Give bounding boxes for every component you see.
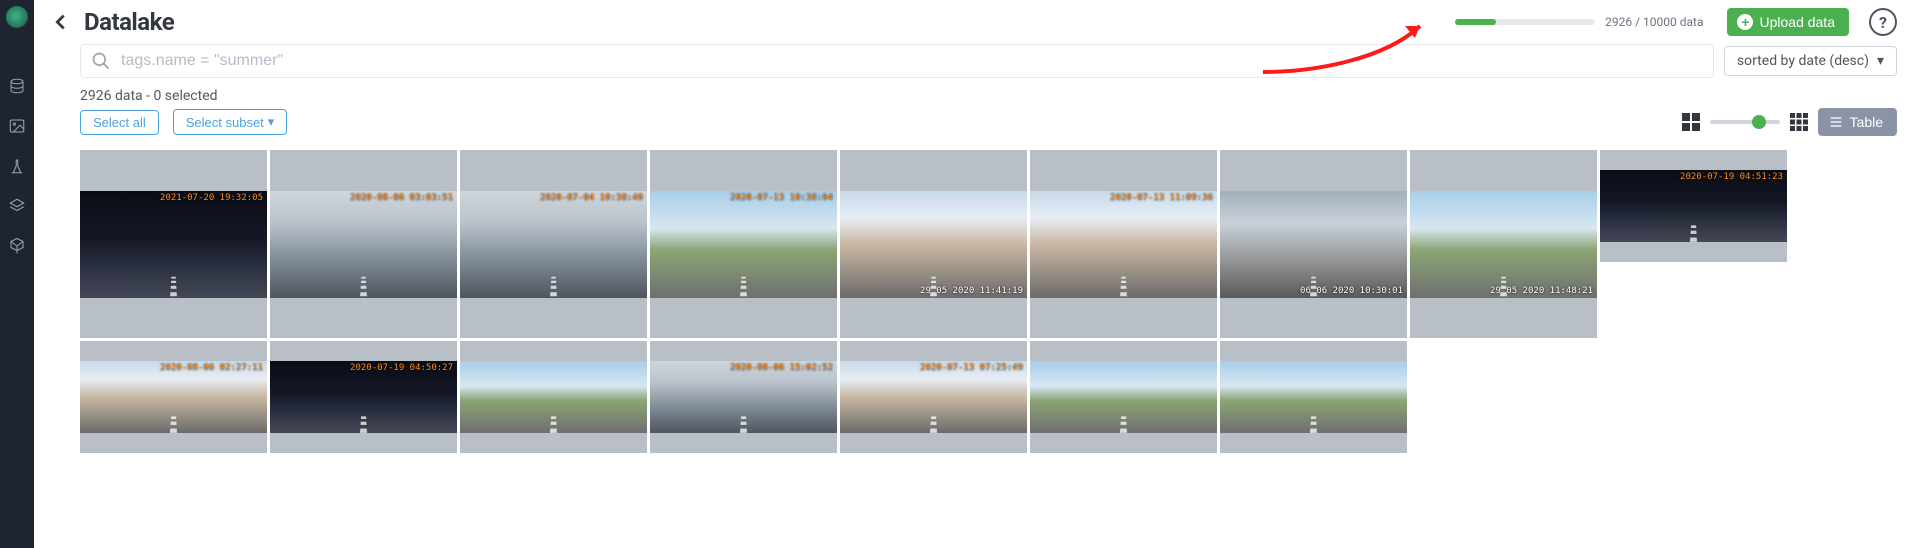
gallery-thumb[interactable]: 2020-07-13 07:25:49 bbox=[840, 341, 1027, 453]
gallery-thumb[interactable]: 2020-08-06 02:27:11 bbox=[80, 341, 267, 453]
chevron-down-icon: ▾ bbox=[268, 114, 275, 130]
sort-select[interactable]: sorted by date (desc) ▾ bbox=[1724, 46, 1897, 76]
gallery-thumb[interactable]: 2020-07-04 10:38:40 bbox=[460, 150, 647, 338]
thumb-image: 2020-07-19 04:51:23 bbox=[1600, 170, 1787, 242]
gallery-thumb[interactable]: 2020-08-06 15:02:52 bbox=[650, 341, 837, 453]
thumb-image: 06 06 2020 10:30:01 bbox=[1220, 191, 1407, 298]
nav-datasets-icon[interactable] bbox=[7, 76, 27, 96]
gallery-thumb[interactable] bbox=[1030, 341, 1217, 453]
select-all-button[interactable]: Select all bbox=[80, 110, 159, 135]
timestamp-overlay: 06 06 2020 10:30:01 bbox=[1300, 286, 1403, 296]
gallery-thumb[interactable] bbox=[1220, 341, 1407, 453]
timestamp-overlay: 29 05 2020 11:48:21 bbox=[1490, 286, 1593, 296]
plus-icon: + bbox=[1737, 14, 1753, 30]
quota-progress-text: 2926 / 10000 data bbox=[1605, 15, 1703, 29]
upload-data-button[interactable]: + Upload data bbox=[1727, 8, 1849, 36]
thumb-image: 2020-08-06 02:27:11 bbox=[80, 361, 267, 433]
gallery-thumb[interactable]: 29 05 2020 11:41:19 bbox=[840, 150, 1027, 338]
nav-models-icon[interactable] bbox=[7, 236, 27, 256]
thumb-image: 2020-07-04 10:38:40 bbox=[460, 191, 647, 298]
controls-row: 2926 data - 0 selected bbox=[34, 84, 1917, 108]
header-bar: Datalake 2926 / 10000 data + Upload data… bbox=[34, 0, 1917, 40]
quota-progress-track bbox=[1455, 19, 1595, 25]
thumbnail-size-slider[interactable] bbox=[1710, 120, 1780, 124]
thumb-image: 2020-07-13 07:25:49 bbox=[840, 361, 1027, 433]
timestamp-overlay: 2020-08-06 02:27:11 bbox=[160, 363, 263, 373]
search-box[interactable] bbox=[80, 44, 1714, 78]
thumb-image: 29 05 2020 11:48:21 bbox=[1410, 191, 1597, 298]
grid-small-icon[interactable] bbox=[1790, 113, 1808, 131]
gallery-thumb[interactable]: 29 05 2020 11:48:21 bbox=[1410, 150, 1597, 338]
timestamp-overlay: 29 05 2020 11:41:19 bbox=[920, 286, 1023, 296]
timestamp-overlay: 2021-07-20 19:32:05 bbox=[160, 193, 263, 203]
gallery-thumb[interactable] bbox=[460, 341, 647, 453]
timestamp-overlay: 2020-07-13 10:38:04 bbox=[730, 193, 833, 203]
grid-large-icon[interactable] bbox=[1682, 113, 1700, 131]
timestamp-overlay: 2020-07-04 10:38:40 bbox=[540, 193, 643, 203]
thumb-image bbox=[1030, 361, 1217, 433]
upload-data-label: Upload data bbox=[1759, 14, 1835, 30]
thumb-image: 2021-07-20 19:32:05 bbox=[80, 191, 267, 298]
gallery-thumb[interactable]: 2020-07-19 04:50:27 bbox=[270, 341, 457, 453]
side-rail bbox=[0, 0, 34, 548]
app-logo bbox=[6, 6, 28, 28]
gallery-thumb[interactable]: 2021-07-20 19:32:05 bbox=[80, 150, 267, 338]
timestamp-overlay: 2020-07-19 04:50:27 bbox=[350, 363, 453, 373]
gallery-thumb[interactable]: 06 06 2020 10:30:01 bbox=[1220, 150, 1407, 338]
main-panel: Datalake 2926 / 10000 data + Upload data… bbox=[34, 0, 1917, 548]
nav-layers-icon[interactable] bbox=[7, 196, 27, 216]
controls-row-2: Select all Select subset ▾ Table bbox=[34, 108, 1917, 140]
image-gallery: 2021-07-20 19:32:05 2020-08-06 03:03:51 20… bbox=[34, 140, 1917, 548]
slider-knob[interactable] bbox=[1752, 115, 1766, 129]
thumb-image: 2020-07-19 04:50:27 bbox=[270, 361, 457, 433]
list-icon bbox=[1828, 114, 1844, 130]
view-controls: Table bbox=[1682, 108, 1897, 136]
gallery-thumb[interactable]: 2020-07-13 11:09:36 bbox=[1030, 150, 1217, 338]
gallery-thumb[interactable]: 2020-08-06 03:03:51 bbox=[270, 150, 457, 338]
thumb-image bbox=[460, 361, 647, 433]
gallery-thumb[interactable]: 2020-07-19 04:51:23 bbox=[1600, 150, 1787, 262]
page-title: Datalake bbox=[84, 8, 174, 36]
thumb-image: 2020-07-13 11:09:36 bbox=[1030, 191, 1217, 298]
thumb-image: 2020-08-06 03:03:51 bbox=[270, 191, 457, 298]
help-icon: ? bbox=[1879, 13, 1887, 32]
back-button[interactable] bbox=[48, 9, 74, 35]
chevron-down-icon: ▾ bbox=[1877, 53, 1884, 69]
timestamp-overlay: 2020-07-13 07:25:49 bbox=[920, 363, 1023, 373]
nav-images-icon[interactable] bbox=[7, 116, 27, 136]
sort-select-label: sorted by date (desc) bbox=[1737, 53, 1869, 69]
search-icon bbox=[91, 51, 111, 71]
timestamp-overlay: 2020-07-19 04:51:23 bbox=[1680, 172, 1783, 182]
timestamp-overlay: 2020-07-13 11:09:36 bbox=[1110, 193, 1213, 203]
table-view-button[interactable]: Table bbox=[1818, 108, 1897, 136]
thumb-image: 2020-08-06 15:02:52 bbox=[650, 361, 837, 433]
timestamp-overlay: 2020-08-06 15:02:52 bbox=[730, 363, 833, 373]
status-text: 2926 data - 0 selected bbox=[80, 88, 218, 104]
search-row: sorted by date (desc) ▾ bbox=[34, 40, 1917, 84]
thumb-image bbox=[1220, 361, 1407, 433]
thumb-image: 29 05 2020 11:41:19 bbox=[840, 191, 1027, 298]
help-button[interactable]: ? bbox=[1869, 8, 1897, 36]
quota-progress: 2926 / 10000 data bbox=[1455, 15, 1703, 29]
select-subset-button[interactable]: Select subset ▾ bbox=[173, 109, 288, 135]
nav-experiments-icon[interactable] bbox=[7, 156, 27, 176]
timestamp-overlay: 2020-08-06 03:03:51 bbox=[350, 193, 453, 203]
thumb-image: 2020-07-13 10:38:04 bbox=[650, 191, 837, 298]
quota-progress-fill bbox=[1455, 19, 1496, 25]
gallery-thumb[interactable]: 2020-07-13 10:38:04 bbox=[650, 150, 837, 338]
search-input[interactable] bbox=[121, 52, 1703, 70]
